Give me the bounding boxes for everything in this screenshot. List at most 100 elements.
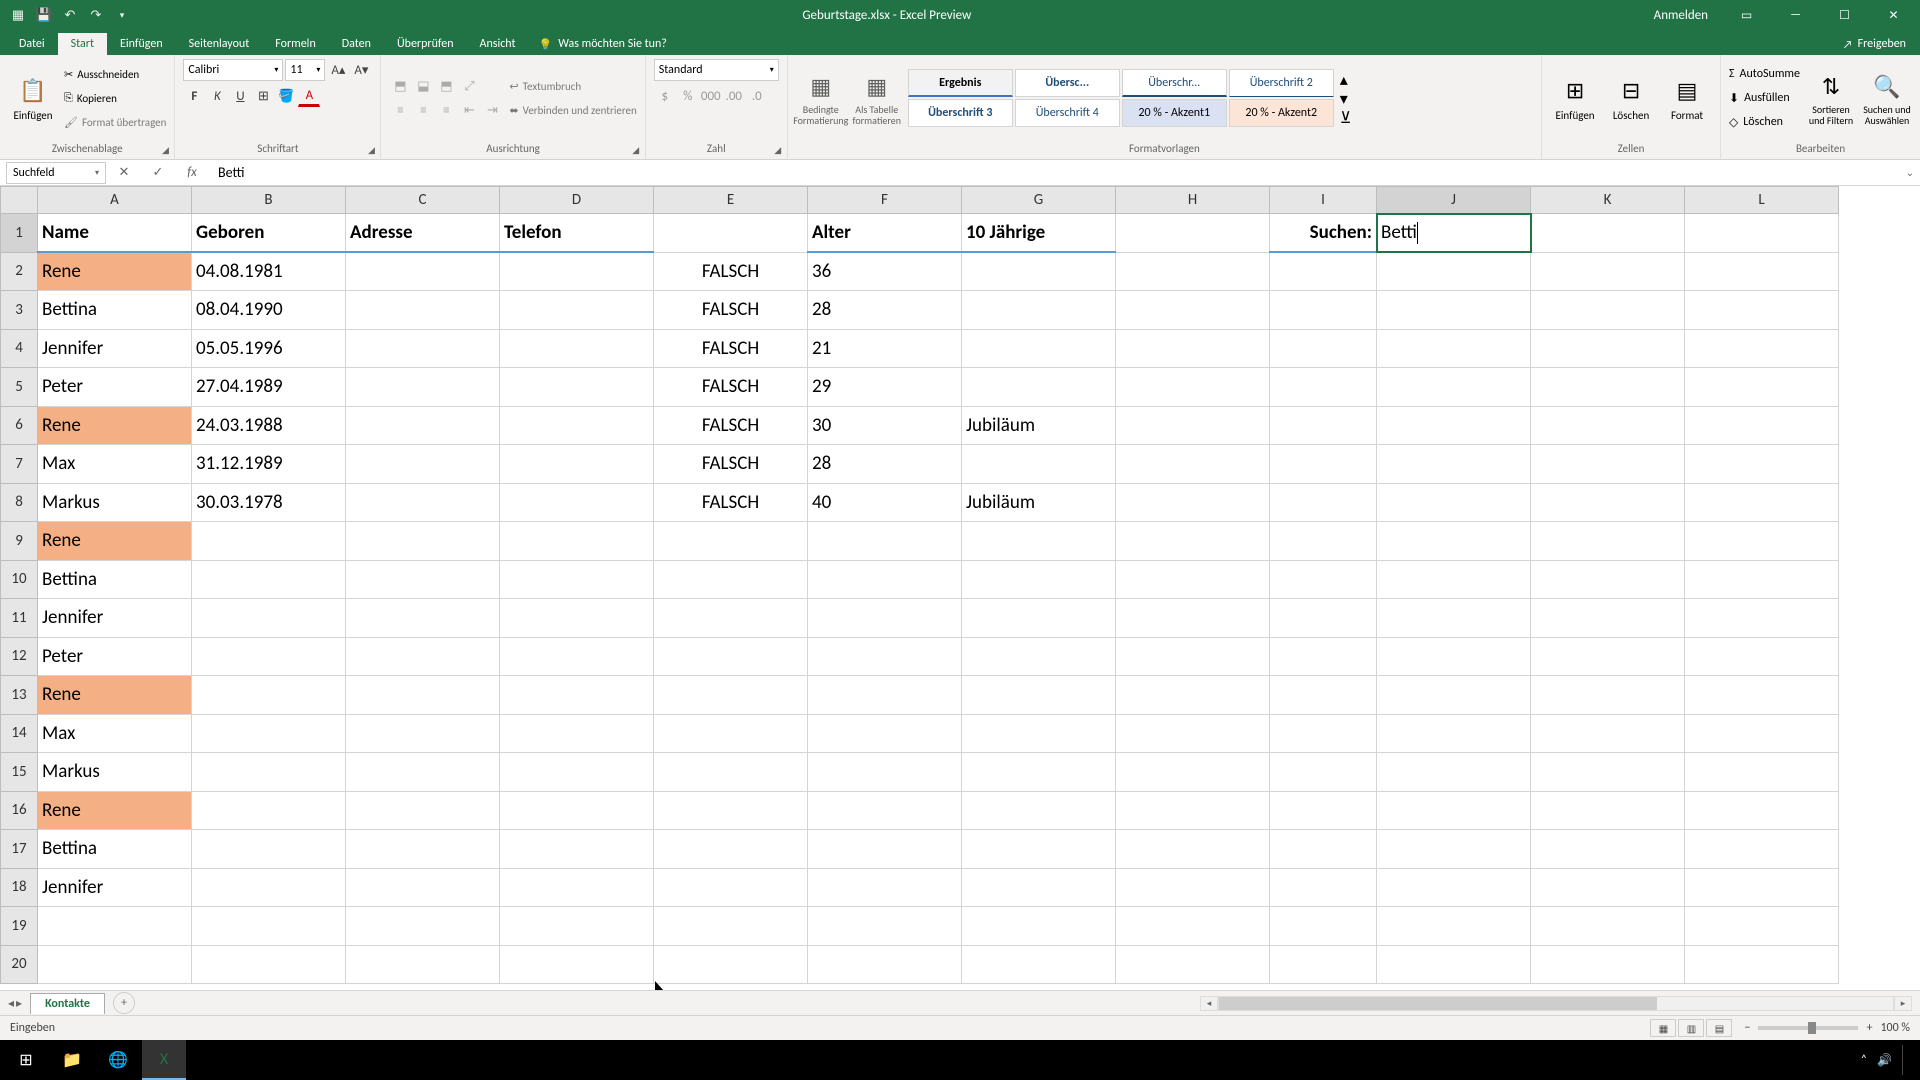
cell[interactable]	[1116, 945, 1270, 984]
column-header[interactable]: J	[1377, 187, 1531, 214]
zoom-out-icon[interactable]: −	[1744, 1021, 1750, 1035]
scroll-right-icon[interactable]: ▸	[1894, 996, 1912, 1011]
cell[interactable]	[1270, 368, 1377, 407]
cell[interactable]: 21	[808, 329, 962, 368]
percent-icon[interactable]: %	[677, 85, 699, 107]
shrink-font-icon[interactable]: A▾	[350, 59, 372, 81]
cell[interactable]: Rene	[38, 676, 192, 715]
cell[interactable]	[1685, 907, 1839, 946]
cell[interactable]	[1116, 522, 1270, 561]
row-header[interactable]: 16	[1, 791, 38, 830]
underline-button[interactable]: U	[229, 85, 251, 107]
ribbon-tab-formeln[interactable]: Formeln	[262, 33, 328, 55]
cell[interactable]: Markus	[38, 483, 192, 522]
fill-color-button[interactable]: 🪣	[275, 85, 297, 107]
cell[interactable]: 30	[808, 406, 962, 445]
row-header[interactable]: 4	[1, 329, 38, 368]
cell[interactable]	[346, 637, 500, 676]
row-header[interactable]: 14	[1, 714, 38, 753]
cell[interactable]	[1377, 753, 1531, 792]
cell[interactable]	[1531, 868, 1685, 907]
sort-filter-button[interactable]: ⇅Sortieren und Filtern	[1806, 61, 1856, 136]
add-sheet-icon[interactable]: +	[113, 992, 135, 1014]
cell[interactable]	[1531, 252, 1685, 291]
align-right-icon[interactable]: ≡	[435, 99, 457, 121]
cell[interactable]	[1531, 791, 1685, 830]
cell[interactable]: Rene	[38, 522, 192, 561]
cell[interactable]	[346, 676, 500, 715]
cell[interactable]	[346, 907, 500, 946]
cell[interactable]	[346, 329, 500, 368]
indent-increase-icon[interactable]: ⇥	[481, 99, 503, 121]
spreadsheet-grid[interactable]: ABCDEFGHIJKL1NameGeborenAdresseTelefonAl…	[0, 186, 1920, 990]
cell[interactable]	[1270, 291, 1377, 330]
maximize-icon[interactable]: ☐	[1822, 0, 1867, 30]
signin-button[interactable]: Anmelden	[1642, 8, 1720, 23]
cell-style-item[interactable]: Überschrift 2	[1229, 69, 1334, 97]
cell[interactable]	[1685, 483, 1839, 522]
share-button[interactable]: Freigeben	[1829, 33, 1920, 55]
cell[interactable]	[1270, 560, 1377, 599]
cell[interactable]	[1270, 907, 1377, 946]
ribbon-tab-ansicht[interactable]: Ansicht	[467, 33, 529, 55]
cell[interactable]: Bettina	[38, 830, 192, 869]
cell[interactable]	[1377, 406, 1531, 445]
cell[interactable]: 24.03.1988	[192, 406, 346, 445]
sheet-nav-next-icon[interactable]: ▸	[16, 996, 22, 1011]
cell[interactable]	[1270, 637, 1377, 676]
row-header[interactable]: 15	[1, 753, 38, 792]
cell[interactable]	[1685, 368, 1839, 407]
cell[interactable]	[962, 599, 1116, 638]
cell[interactable]	[1685, 214, 1839, 253]
cell[interactable]	[962, 714, 1116, 753]
cell[interactable]: Jennifer	[38, 599, 192, 638]
cell[interactable]	[500, 676, 654, 715]
cell[interactable]	[346, 560, 500, 599]
cell[interactable]	[808, 868, 962, 907]
cell[interactable]	[1531, 291, 1685, 330]
cell[interactable]	[1116, 714, 1270, 753]
conditional-format-button[interactable]: ▦Bedingte Formatierung	[796, 61, 846, 136]
cell[interactable]	[500, 868, 654, 907]
dialog-launcher-icon[interactable]: ◢	[159, 144, 171, 156]
cell[interactable]	[808, 753, 962, 792]
row-header[interactable]: 7	[1, 445, 38, 484]
cell[interactable]	[1685, 637, 1839, 676]
cell[interactable]	[346, 445, 500, 484]
cell[interactable]	[962, 637, 1116, 676]
copy-button[interactable]: ⎘Kopieren	[64, 87, 166, 109]
cell[interactable]	[1531, 714, 1685, 753]
cell[interactable]	[808, 522, 962, 561]
cell[interactable]: Max	[38, 445, 192, 484]
cell-style-item[interactable]: Überschrift 4	[1015, 99, 1120, 127]
row-header[interactable]: 17	[1, 830, 38, 869]
cell[interactable]	[192, 560, 346, 599]
cell[interactable]	[1531, 676, 1685, 715]
cell[interactable]	[1531, 406, 1685, 445]
cell[interactable]: FALSCH	[654, 406, 808, 445]
tray-expand-icon[interactable]: ˄	[1861, 1053, 1867, 1067]
row-header[interactable]: 11	[1, 599, 38, 638]
cell[interactable]	[1377, 637, 1531, 676]
cell[interactable]	[1377, 522, 1531, 561]
dialog-launcher-icon[interactable]: ◢	[772, 144, 784, 156]
cell[interactable]	[962, 945, 1116, 984]
paste-button[interactable]: 📋Einfügen	[8, 61, 58, 136]
row-header[interactable]: 6	[1, 406, 38, 445]
ribbon-tab-start[interactable]: Start	[58, 33, 107, 55]
close-icon[interactable]: ✕	[1871, 0, 1916, 30]
cell[interactable]	[1377, 907, 1531, 946]
cell[interactable]	[500, 483, 654, 522]
cell[interactable]	[654, 676, 808, 715]
cell[interactable]	[1116, 252, 1270, 291]
cell[interactable]	[500, 291, 654, 330]
cell[interactable]: FALSCH	[654, 368, 808, 407]
cell[interactable]	[962, 676, 1116, 715]
cell[interactable]	[1270, 714, 1377, 753]
cell[interactable]	[192, 830, 346, 869]
cell[interactable]	[962, 522, 1116, 561]
cell[interactable]	[1531, 753, 1685, 792]
format-cells-button[interactable]: ▤Format	[1662, 61, 1712, 136]
zoom-in-icon[interactable]: +	[1866, 1021, 1872, 1035]
show-desktop-button[interactable]	[1902, 1045, 1908, 1075]
